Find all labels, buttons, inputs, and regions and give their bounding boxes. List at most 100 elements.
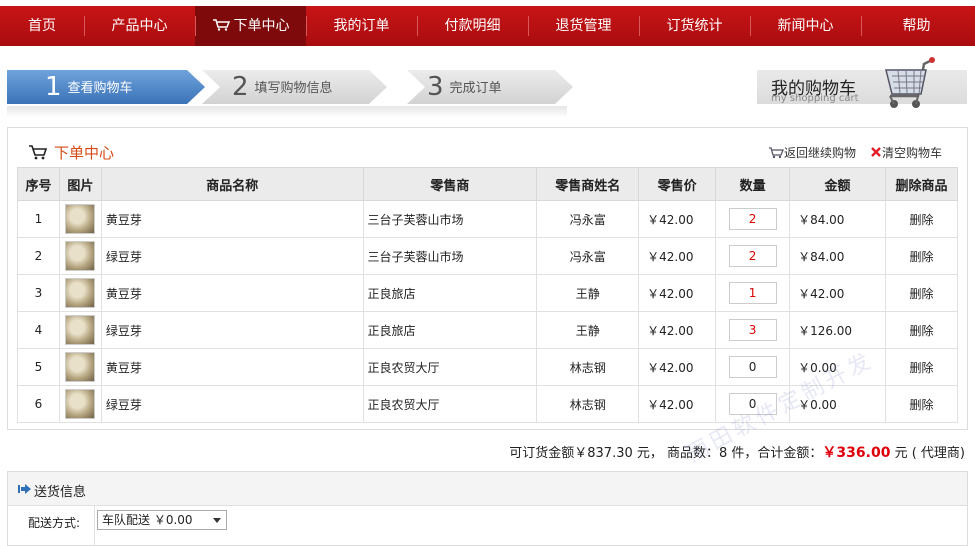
table-header-row: 序号 图片 商品名称 零售商 零售商姓名 零售价 数量 金额 删除商品: [17, 167, 958, 201]
col-retailer: 零售商: [362, 167, 538, 201]
delivery-panel: 送货信息 配送方式: 车队配送 ￥0.00: [7, 471, 968, 546]
product-image[interactable]: [65, 352, 96, 382]
continue-shopping-link[interactable]: 返回继续购物: [768, 144, 856, 161]
step-fill-info: 2 填写购物信息: [232, 72, 333, 102]
retailer-contact: 林志钢: [536, 385, 640, 423]
cart-icon: [29, 145, 48, 160]
nav-order-stats[interactable]: 订货统计: [639, 6, 750, 46]
table-row: 2 绿豆芽 三台子芙蓉山市场 冯永富 ￥42.00 2 ￥84.00 删除: [17, 237, 958, 275]
top-nav: 首页 产品中心 下单中心 我的订单 付款明细 退货管理 订货统计 新闻中心 帮助: [0, 6, 975, 46]
price: ￥42.00: [638, 385, 717, 423]
nav-payments[interactable]: 付款明细: [417, 6, 528, 46]
summary-prefix: 可订货金额￥837.30 元， 商品数：8 件，合计金额：: [509, 446, 823, 461]
product-name: 绿豆芽: [100, 311, 364, 349]
product-thumb-cell: [58, 274, 102, 312]
delete-link[interactable]: 删除: [885, 274, 958, 312]
row-index: 3: [17, 274, 60, 312]
product-image[interactable]: [65, 241, 96, 271]
row-index: 2: [17, 237, 60, 275]
steps-shadow: [7, 106, 567, 118]
quantity-cell: 2: [715, 237, 791, 275]
col-image: 图片: [58, 167, 102, 201]
delete-link[interactable]: 删除: [885, 200, 958, 238]
nav-products[interactable]: 产品中心: [84, 6, 195, 46]
retailer-contact: 冯永富: [536, 200, 640, 238]
nav-my-orders[interactable]: 我的订单: [306, 6, 417, 46]
product-name: 黄豆芽: [100, 348, 364, 386]
amount: ￥84.00: [789, 237, 886, 275]
price: ￥42.00: [638, 348, 717, 386]
nav-help[interactable]: 帮助: [861, 6, 972, 46]
cart-return-icon: [769, 147, 784, 159]
delivery-method-row: 配送方式: 车队配送 ￥0.00: [8, 506, 967, 546]
price: ￥42.00: [638, 200, 717, 238]
product-thumb-cell: [58, 385, 102, 423]
product-image[interactable]: [65, 204, 96, 234]
product-name: 绿豆芽: [100, 385, 364, 423]
table-row: 1 黄豆芽 三台子芙蓉山市场 冯永富 ￥42.00 2 ￥84.00 删除: [17, 200, 958, 238]
price: ￥42.00: [638, 237, 717, 275]
cart-icon: [212, 19, 230, 31]
nav-home[interactable]: 首页: [0, 6, 84, 46]
quantity-cell: 0: [715, 348, 791, 386]
product-image[interactable]: [65, 315, 96, 345]
col-quantity: 数量: [715, 167, 791, 201]
retailer-contact: 林志钢: [536, 348, 640, 386]
retailer-contact: 冯永富: [536, 237, 640, 275]
chevron-down-icon: [213, 518, 221, 523]
quantity-input[interactable]: 0: [728, 356, 777, 378]
price: ￥42.00: [638, 311, 717, 349]
product-image[interactable]: [65, 278, 96, 308]
cart-header-subtitle: my shopping cart: [771, 93, 859, 104]
retailer: 正良农贸大厅: [362, 385, 538, 423]
delete-link[interactable]: 删除: [885, 385, 958, 423]
nav-news[interactable]: 新闻中心: [750, 6, 861, 46]
delivery-title: 送货信息: [34, 485, 87, 500]
retailer: 正良旅店: [362, 274, 538, 312]
product-thumb-cell: [58, 348, 102, 386]
delivery-header: 送货信息: [8, 472, 967, 506]
quantity-cell: 1: [715, 274, 791, 312]
delete-link[interactable]: 删除: [885, 237, 958, 275]
quantity-input[interactable]: 2: [728, 208, 777, 230]
shopping-cart-icon: [885, 57, 935, 108]
nav-order-center[interactable]: 下单中心: [195, 6, 306, 46]
product-name: 黄豆芽: [100, 200, 364, 238]
delivery-method-select[interactable]: 车队配送 ￥0.00: [97, 510, 227, 530]
arrow-right-icon: [18, 484, 31, 494]
amount: ￥42.00: [789, 274, 886, 312]
checkout-steps: 1 查看购物车 2 填写购物信息 3 完成订单: [7, 70, 587, 106]
amount: ￥126.00: [789, 311, 886, 349]
quantity-cell: 2: [715, 200, 791, 238]
product-thumb-cell: [58, 237, 102, 275]
product-name: 黄豆芽: [100, 274, 364, 312]
nav-returns[interactable]: 退货管理: [528, 6, 639, 46]
quantity-input[interactable]: 2: [728, 245, 777, 267]
col-index: 序号: [17, 167, 60, 201]
clear-cart-link[interactable]: 清空购物车: [870, 144, 942, 161]
panel-title: 下单中心: [54, 144, 115, 162]
summary-suffix: 元 ( 代理商): [890, 446, 965, 461]
panel-header: 下单中心 返回继续购物 清空购物车: [8, 128, 967, 166]
quantity-input[interactable]: 1: [728, 282, 777, 304]
col-product-name: 商品名称: [100, 167, 364, 201]
col-delete: 删除商品: [885, 167, 958, 201]
product-thumb-cell: [58, 200, 102, 238]
retailer-contact: 王静: [536, 311, 640, 349]
row-index: 4: [17, 311, 60, 349]
close-icon: [871, 147, 881, 157]
price: ￥42.00: [638, 274, 717, 312]
delete-link[interactable]: 删除: [885, 348, 958, 386]
row-index: 1: [17, 200, 60, 238]
retailer: 三台子芙蓉山市场: [362, 237, 538, 275]
retailer: 正良农贸大厅: [362, 348, 538, 386]
delete-link[interactable]: 删除: [885, 311, 958, 349]
retailer: 三台子芙蓉山市场: [362, 200, 538, 238]
delivery-method-label: 配送方式:: [28, 516, 81, 530]
product-image[interactable]: [65, 389, 96, 419]
product-thumb-cell: [58, 311, 102, 349]
divider: [94, 506, 95, 546]
step-view-cart: 1 查看购物车: [45, 72, 133, 102]
row-index: 5: [17, 348, 60, 386]
quantity-input[interactable]: 3: [728, 319, 777, 341]
